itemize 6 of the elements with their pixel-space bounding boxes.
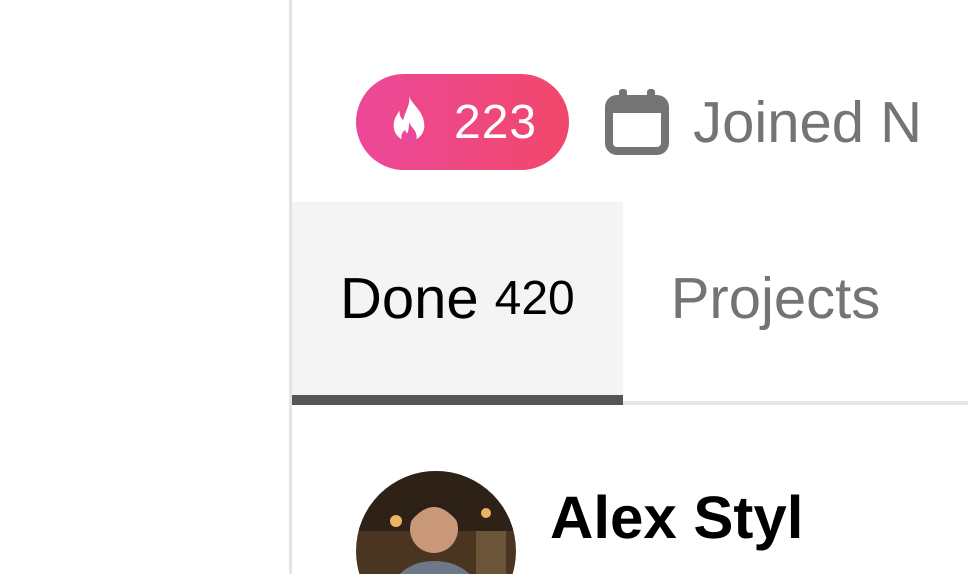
joined-date: Joined N: [693, 88, 922, 156]
tab[interactable]: Done 420: [292, 202, 623, 405]
calendar-icon: [605, 89, 670, 155]
tab[interactable]: Projects: [622, 202, 928, 405]
streak-count: 223: [454, 94, 538, 150]
author-name: Alex Styl: [550, 483, 804, 553]
